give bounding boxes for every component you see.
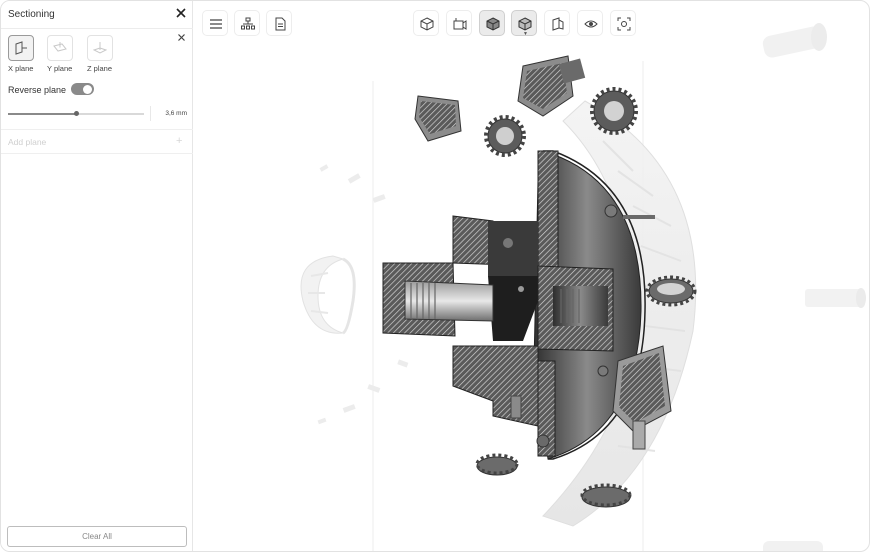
slider-fill bbox=[8, 113, 76, 115]
focus-view-button[interactable] bbox=[610, 10, 636, 36]
shaded-view-icon bbox=[486, 17, 500, 31]
focus-view-icon bbox=[617, 17, 631, 31]
add-plane-button[interactable]: Add plane + bbox=[1, 130, 193, 154]
display-mode-icon bbox=[518, 17, 532, 31]
spur-gear-1[interactable] bbox=[484, 115, 526, 157]
visibility-icon bbox=[584, 20, 598, 28]
app-window: ▼ Sectioning X plane Y plane Z plane Rev… bbox=[0, 0, 870, 552]
sectioning-panel: Sectioning X plane Y plane Z plane Rever… bbox=[1, 1, 193, 551]
pinion-gear-2[interactable] bbox=[517, 55, 586, 117]
z-plane-button[interactable] bbox=[87, 35, 113, 61]
document-button[interactable] bbox=[266, 10, 292, 36]
assembly-tree-icon bbox=[241, 17, 255, 30]
add-plane-label: Add plane bbox=[8, 137, 47, 147]
panel-header: Sectioning bbox=[1, 1, 193, 29]
x-plane-button[interactable] bbox=[8, 35, 34, 61]
3d-viewport[interactable] bbox=[193, 1, 870, 552]
reverse-plane-toggle[interactable] bbox=[71, 83, 94, 95]
slider-thumb[interactable] bbox=[74, 111, 79, 116]
clear-all-button[interactable]: Clear All bbox=[7, 526, 187, 547]
close-icon[interactable] bbox=[175, 7, 187, 19]
y-plane-button[interactable] bbox=[47, 35, 73, 61]
offset-slider[interactable] bbox=[8, 111, 144, 116]
menu-icon bbox=[210, 19, 222, 29]
z-plane-icon bbox=[93, 42, 107, 54]
plus-icon: + bbox=[176, 135, 183, 147]
y-plane-label: Y plane bbox=[47, 64, 73, 73]
camera-view-button[interactable] bbox=[446, 10, 472, 36]
z-plane-label: Z plane bbox=[87, 64, 113, 73]
document-icon bbox=[275, 17, 286, 31]
remove-plane-icon[interactable] bbox=[177, 33, 186, 42]
visibility-button[interactable] bbox=[577, 10, 603, 36]
assembly-tree-button[interactable] bbox=[234, 10, 260, 36]
section-view-icon bbox=[552, 17, 564, 31]
reverse-plane-label: Reverse plane bbox=[8, 85, 67, 95]
camera-view-icon bbox=[453, 18, 467, 30]
y-plane-icon bbox=[53, 42, 67, 52]
section-view-button[interactable] bbox=[544, 10, 570, 36]
x-plane-label: X plane bbox=[8, 64, 34, 73]
x-plane-icon bbox=[15, 41, 27, 55]
toggle-knob bbox=[83, 84, 92, 94]
standard-view-icon bbox=[420, 17, 434, 31]
model-render[interactable] bbox=[193, 1, 870, 552]
pinion-gear-1[interactable] bbox=[414, 95, 462, 142]
shaded-view-button[interactable] bbox=[479, 10, 505, 36]
chevron-down-icon: ▼ bbox=[523, 31, 528, 37]
panel-title: Sectioning bbox=[8, 9, 55, 20]
standard-view-button[interactable] bbox=[413, 10, 439, 36]
menu-button[interactable] bbox=[202, 10, 228, 36]
bottom-gear-1[interactable] bbox=[475, 453, 519, 476]
offset-value[interactable]: 3,6 mm bbox=[150, 106, 187, 121]
display-mode-button[interactable]: ▼ bbox=[511, 10, 537, 37]
